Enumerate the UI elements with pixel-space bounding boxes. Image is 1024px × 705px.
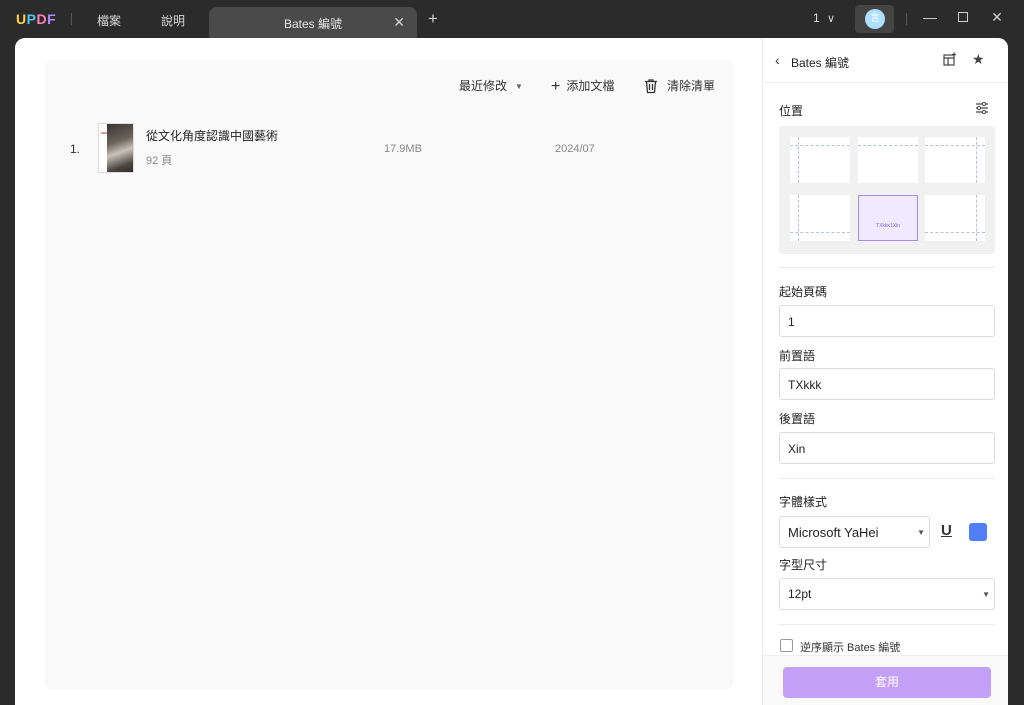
maximize-icon[interactable] (953, 9, 973, 25)
position-bottom-center[interactable]: TXkkk1Xin (858, 195, 918, 241)
close-icon[interactable]: ✕ (393, 14, 405, 31)
font-style-label: 字體樣式 (779, 495, 828, 509)
font-size-label: 字型尺寸 (779, 558, 828, 572)
position-bottom-left[interactable] (790, 195, 850, 241)
underline-button[interactable]: U (941, 522, 952, 539)
sort-label: 最近修改 (459, 79, 508, 93)
table-row[interactable]: 1. 從文化角度認識中國藝術 92 頁 17.9MB 2024/07 (45, 120, 733, 180)
document-pages: 92 頁 (146, 155, 173, 167)
row-index: 1. (70, 142, 81, 156)
document-thumbnail (98, 123, 134, 173)
page-indicator-value: 1 (813, 11, 820, 25)
add-document-button[interactable]: + 添加文檔 (551, 77, 614, 96)
font-size-value: 12pt (788, 587, 812, 601)
position-bottom-right[interactable] (925, 195, 985, 241)
add-document-label: 添加文檔 (566, 79, 615, 93)
logo-letter-p: P (26, 11, 37, 27)
position-label: 位置 (779, 104, 804, 118)
logo-letter-d: D (36, 11, 48, 27)
document-title: 從文化角度認識中國藝術 (146, 129, 279, 143)
avatar: 言 (865, 9, 885, 29)
window-close-icon[interactable]: ✕ (987, 9, 1007, 26)
chevron-down-icon: ∨ (827, 13, 836, 25)
document-size: 17.9MB (384, 143, 422, 155)
font-family-select[interactable]: Microsoft YaHei ▼ (779, 516, 930, 548)
title-separator (906, 13, 907, 25)
star-icon[interactable]: ★ (972, 51, 985, 68)
caret-down-icon: ▼ (982, 590, 990, 599)
plus-icon: + (551, 78, 561, 95)
position-grid: TXkkk1Xin (779, 126, 995, 254)
position-top-right[interactable] (925, 137, 985, 183)
panel-header: ‹ Bates 編號 ★ (763, 38, 1008, 83)
bates-panel: ‹ Bates 編號 ★ 位置 TXkkk1Xin 起始頁碼 1 前置語 TXk… (762, 38, 1008, 705)
add-template-icon[interactable] (943, 52, 957, 66)
reverse-order-label: 逆序顯示 Bates 編號 (800, 642, 901, 654)
title-separator (71, 13, 72, 25)
bates-preview-text: TXkkk1Xin (876, 223, 900, 229)
main-window: 最近修改 ▼ + 添加文檔 清除清單 1. 從文化角度認識中國藝術 92 頁 17.… (15, 38, 1008, 705)
divider (779, 267, 995, 268)
prefix-field[interactable]: TXkkk (779, 368, 995, 400)
caret-down-icon: ▼ (515, 82, 523, 91)
chevron-left-icon[interactable]: ‹ (775, 52, 780, 68)
panel-footer: 套用 (763, 655, 1008, 705)
logo-letter-u: U (16, 11, 27, 27)
add-tab-icon[interactable]: + (428, 10, 438, 27)
document-date: 2024/07 (555, 143, 595, 155)
menu-file[interactable]: 檔案 (97, 12, 121, 29)
tab-bates[interactable]: Bates 編號 ✕ (209, 7, 417, 38)
font-size-select[interactable]: 12pt ▼ (779, 578, 995, 610)
divider (779, 624, 995, 625)
caret-down-icon: ▼ (917, 528, 925, 537)
position-top-left[interactable] (790, 137, 850, 183)
title-bar: UPDF 檔案 說明 Bates 編號 ✕ + 1 ∨ 言 — ✕ (0, 0, 1024, 38)
panel-title: Bates 編號 (791, 56, 850, 70)
prefix-label: 前置語 (779, 349, 816, 363)
trash-icon (645, 79, 657, 94)
clear-list-button[interactable]: 清除清單 (643, 77, 715, 94)
font-color-swatch[interactable] (969, 523, 987, 541)
start-page-field[interactable]: 1 (779, 305, 995, 337)
sort-dropdown[interactable]: 最近修改 ▼ (459, 77, 523, 94)
page-indicator[interactable]: 1 ∨ (813, 11, 835, 25)
menu-help[interactable]: 說明 (161, 12, 185, 29)
apply-button[interactable]: 套用 (783, 667, 991, 698)
tab-title: Bates 編號 (283, 17, 343, 31)
logo-letter-f: F (47, 11, 57, 27)
document-list-panel: 最近修改 ▼ + 添加文檔 清除清單 1. 從文化角度認識中國藝術 92 頁 17.… (45, 60, 733, 689)
suffix-label: 後置語 (779, 412, 816, 426)
divider (779, 478, 995, 479)
reverse-order-checkbox[interactable] (780, 639, 793, 652)
clear-list-label: 清除清單 (667, 79, 716, 93)
account-button[interactable]: 言 (855, 5, 894, 33)
settings-sliders-icon[interactable] (975, 101, 989, 115)
updf-logo: UPDF (16, 11, 56, 27)
position-top-center[interactable] (858, 137, 918, 183)
start-page-label: 起始頁碼 (779, 285, 828, 299)
minimize-icon[interactable]: — (920, 9, 940, 25)
font-family-value: Microsoft YaHei (788, 525, 879, 540)
suffix-field[interactable]: Xin (779, 432, 995, 464)
